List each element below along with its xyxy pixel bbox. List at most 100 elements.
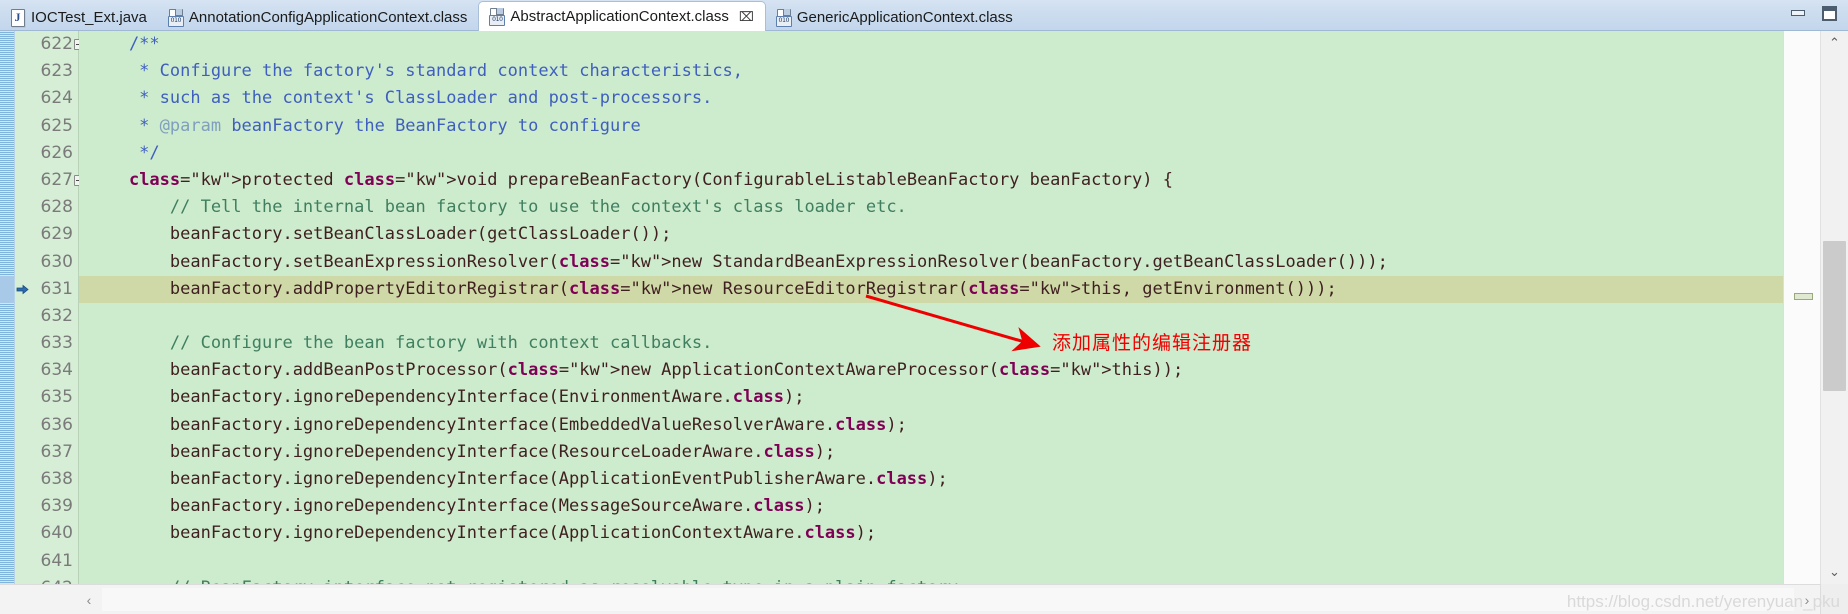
minimize-icon[interactable] [1790, 5, 1807, 22]
gutter-row: 625 [15, 113, 78, 140]
code-line-text: beanFactory.ignoreDependencyInterface(Em… [88, 414, 907, 435]
line-number: 632 [40, 305, 73, 326]
tab-abstractapplicationcontext-class[interactable]: AbstractApplicationContext.class ⌧ [478, 1, 766, 31]
code-row[interactable]: * @param beanFactory the BeanFactory to … [79, 113, 1784, 140]
code-row[interactable]: beanFactory.ignoreDependencyInterface(Me… [79, 493, 1784, 520]
code-editor[interactable]: 622 623 624 625 626 627 628 629 630 631 632 633 634 6… [0, 31, 1848, 598]
tab-ioctest-ext-java[interactable]: IOCTest_Ext.java [0, 4, 158, 31]
line-number: 624 [40, 88, 73, 109]
line-number: 636 [40, 414, 73, 435]
code-row[interactable] [79, 548, 1784, 575]
line-number: 640 [40, 523, 73, 544]
line-number: 631 [40, 278, 73, 299]
gutter-row: 638 [15, 466, 78, 493]
code-row[interactable]: beanFactory.setBeanClassLoader(getClassL… [79, 221, 1784, 248]
gutter-row: 641 [15, 548, 78, 575]
gutter-row: 640 [15, 520, 78, 547]
class-file-icon [167, 9, 184, 27]
gutter-row: 626 [15, 140, 78, 167]
code-row[interactable]: * such as the context's ClassLoader and … [79, 85, 1784, 112]
gutter-row: 624 [15, 85, 78, 112]
code-line-text: beanFactory.setBeanExpressionResolver(cl… [88, 251, 1388, 272]
code-line-text: // Configure the bean factory with conte… [88, 333, 713, 354]
code-line-text: beanFactory.ignoreDependencyInterface(Ap… [88, 469, 948, 489]
line-number: 622 [40, 34, 73, 54]
tab-annotationconfigapplicationcontext-class[interactable]: AnnotationConfigApplicationContext.class [158, 4, 479, 31]
code-row[interactable] [79, 303, 1784, 330]
code-row[interactable]: beanFactory.setBeanExpressionResolver(cl… [79, 249, 1784, 276]
line-number: 641 [40, 550, 73, 571]
annotation-ruler[interactable] [0, 31, 15, 584]
code-row[interactable]: // Configure the bean factory with conte… [79, 330, 1784, 357]
code-line-text: /** [88, 34, 160, 54]
vertical-scrollbar[interactable]: ⌃ ⌄ [1820, 31, 1848, 584]
horizontal-scrollbar[interactable]: ‹ › [0, 584, 1848, 614]
code-row[interactable]: beanFactory.addPropertyEditorRegistrar(c… [79, 275, 1784, 303]
editor-tab-bar: IOCTest_Ext.java AnnotationConfigApplica… [0, 0, 1848, 31]
gutter-row: 639 [15, 493, 78, 520]
line-number: 639 [40, 496, 73, 517]
overview-ruler[interactable] [1783, 31, 1821, 584]
line-number: 623 [40, 61, 73, 82]
code-line-text: beanFactory.ignoreDependencyInterface(Ap… [88, 523, 877, 544]
code-row[interactable]: * Configure the factory's standard conte… [79, 58, 1784, 85]
code-line-text: beanFactory.setBeanClassLoader(getClassL… [88, 224, 672, 245]
code-line-text: beanFactory.addPropertyEditorRegistrar(c… [79, 275, 1784, 303]
code-row[interactable]: class="kw">protected class="kw">void pre… [79, 167, 1784, 194]
class-file-icon [489, 8, 506, 26]
scroll-up-arrow-icon[interactable]: ⌃ [1821, 31, 1848, 55]
tab-label: AnnotationConfigApplicationContext.class [188, 9, 468, 26]
code-line-text: beanFactory.ignoreDependencyInterface(En… [88, 387, 805, 408]
code-line-text: class="kw">protected class="kw">void pre… [128, 169, 1173, 190]
scrollbar-corner [1820, 584, 1848, 614]
code-row[interactable]: beanFactory.ignoreDependencyInterface(Ap… [79, 520, 1784, 547]
line-number: 628 [40, 197, 73, 218]
vertical-scrollbar-thumb[interactable] [1823, 241, 1846, 391]
close-icon[interactable]: ⌧ [739, 9, 754, 25]
line-number: 638 [40, 469, 73, 489]
gutter-row: 634 [15, 357, 78, 384]
line-number: 627 [40, 169, 73, 190]
gutter-row: 631 [15, 276, 78, 303]
line-number-ruler: 622 623 624 625 626 627 628 629 630 631 632 633 634 6… [15, 31, 85, 598]
gutter-row: 630 [15, 249, 78, 276]
overview-marker[interactable] [1794, 293, 1813, 300]
scroll-down-arrow-icon[interactable]: ⌄ [1821, 560, 1848, 584]
code-line-text: */ [88, 142, 160, 163]
scroll-left-arrow-icon[interactable]: ‹ [76, 585, 102, 614]
gutter-row: 633 [15, 330, 78, 357]
code-line-text: * such as the context's ClassLoader and … [88, 88, 713, 109]
code-line-text: beanFactory.addBeanPostProcessor(class="… [88, 360, 1184, 381]
code-row[interactable]: beanFactory.ignoreDependencyInterface(Re… [79, 439, 1784, 466]
code-row[interactable]: beanFactory.addBeanPostProcessor(class="… [79, 357, 1784, 384]
line-number: 637 [40, 441, 73, 462]
code-row[interactable]: // Tell the internal bean factory to use… [79, 194, 1784, 221]
current-line-marker [0, 275, 14, 303]
line-number: 630 [40, 251, 73, 272]
code-text-area[interactable]: /** * Configure the factory's standard c… [79, 31, 1784, 584]
gutter-row: 627 [15, 167, 85, 194]
code-row[interactable]: /** [79, 31, 1784, 58]
code-row[interactable]: */ [79, 140, 1784, 167]
window-controls [1790, 5, 1838, 22]
gutter-row: 635 [15, 384, 78, 411]
code-row[interactable]: beanFactory.ignoreDependencyInterface(Em… [79, 412, 1784, 439]
line-number: 629 [40, 224, 73, 245]
code-row[interactable]: beanFactory.ignoreDependencyInterface(Ap… [79, 466, 1784, 493]
eclipse-editor-window: IOCTest_Ext.java AnnotationConfigApplica… [0, 0, 1848, 614]
code-line-text: // Tell the internal bean factory to use… [88, 197, 907, 218]
code-row[interactable]: // BeanFactory interface not registered … [79, 575, 1784, 584]
code-line-text [79, 548, 1784, 575]
gutter-row: 637 [15, 439, 78, 466]
scroll-right-arrow-icon[interactable]: › [1794, 585, 1820, 614]
line-number: 633 [40, 333, 73, 354]
maximize-icon[interactable] [1821, 5, 1838, 22]
gutter-row: 629 [15, 221, 78, 248]
java-file-icon [10, 9, 25, 27]
horizontal-scrollbar-track[interactable] [102, 588, 1794, 611]
tab-label: IOCTest_Ext.java [31, 9, 147, 26]
code-row[interactable]: beanFactory.ignoreDependencyInterface(En… [79, 384, 1784, 411]
tab-genericapplicationcontext-class[interactable]: GenericApplicationContext.class [766, 4, 1024, 31]
gutter-row: 622 [15, 31, 85, 58]
code-line-text [79, 303, 1784, 330]
